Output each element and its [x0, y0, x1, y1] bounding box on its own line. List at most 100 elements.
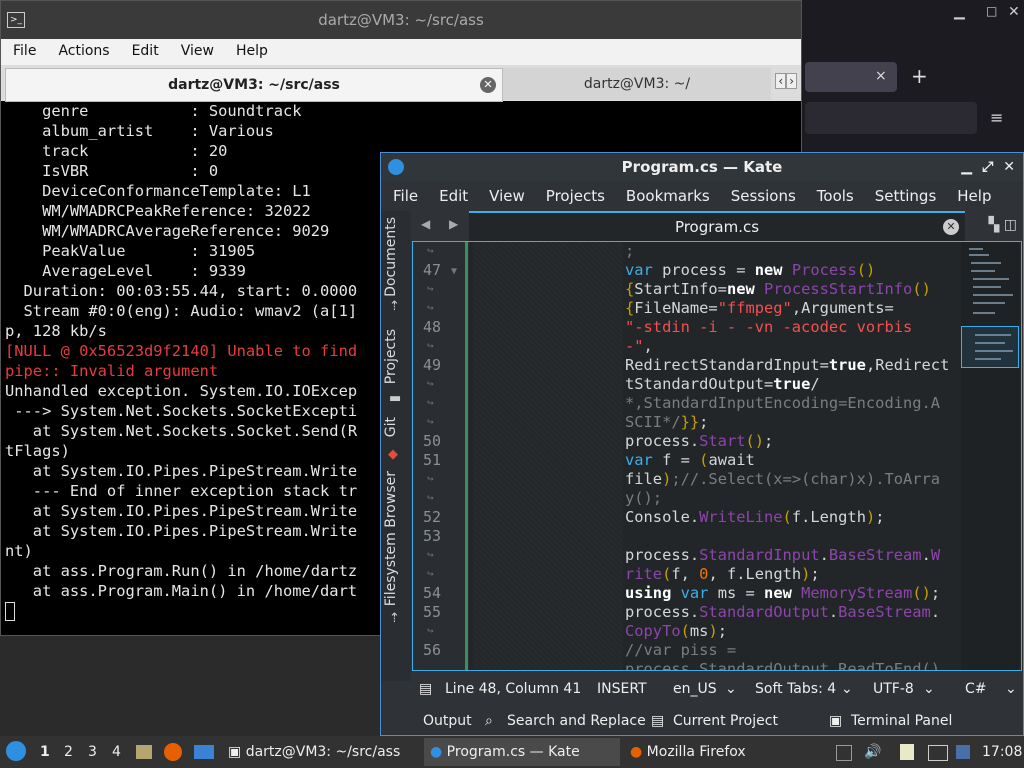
firefox-new-tab-button[interactable]: + — [911, 64, 928, 88]
kate-menu-projects[interactable]: Projects — [534, 181, 614, 205]
clipboard-icon[interactable] — [900, 744, 914, 760]
terminal-line: ---> System.Net.Sockets.SocketExcepti — [5, 402, 358, 420]
kate-menu-view[interactable]: View — [477, 181, 534, 205]
terminal-icon: ▣ — [829, 713, 843, 729]
code-minimap[interactable] — [961, 242, 1019, 670]
workspace-1[interactable]: 1 — [40, 744, 50, 760]
kate-window-buttons: ▁ ⤢ ✕ — [951, 153, 1015, 181]
wrap-marker-icon: ↪ — [427, 244, 434, 257]
workspace-2[interactable]: 2 — [64, 744, 73, 760]
dictionary-select[interactable]: en_US — [673, 681, 717, 697]
code-editor[interactable]: ↪ 47 ↪ ↪ 48 ↪ 49 ↪ ↪ ↪ 50 51 ↪ ↪ 52 53 ↪… — [412, 241, 1022, 671]
sidebar-tab-filesystem-browser[interactable]: Filesystem Browser — [383, 471, 399, 606]
indent-select[interactable]: Soft Tabs: 4 — [755, 681, 836, 697]
firefox-icon[interactable] — [164, 743, 182, 761]
chevron-down-icon: ⌄ — [923, 681, 935, 697]
taskbar-terminal[interactable]: ▣ dartz@VM3: ~/src/ass — [222, 738, 418, 766]
firefox-close-icon[interactable]: ✕ — [1008, 4, 1020, 20]
taskbar-firefox[interactable]: ● Mozilla Firefox — [624, 738, 820, 766]
kate-menu-edit[interactable]: Edit — [427, 181, 477, 205]
terminal-titlebar[interactable]: >_ dartz@VM3: ~/src/ass — [1, 1, 801, 39]
cursor-position[interactable]: Line 48, Column 41 — [445, 681, 581, 697]
terminal-menu-file[interactable]: File — [1, 39, 46, 59]
wrap-marker-icon: ↪ — [427, 396, 434, 409]
kate-menu-settings[interactable]: Settings — [863, 181, 946, 205]
terminal-line: at ass.Program.Main() in /home/dart — [5, 582, 358, 600]
toolview-output[interactable]: Output — [423, 713, 472, 729]
document-icon[interactable]: ▤ — [419, 681, 432, 697]
terminal-line: Unhandled exception. System.IO.IOExcep — [5, 382, 358, 400]
line-number: 47 — [422, 261, 441, 279]
terminal-menu-help[interactable]: Help — [224, 39, 278, 59]
wrap-marker-icon: ↪ — [427, 548, 434, 561]
kate-menu-file[interactable]: File — [381, 181, 427, 205]
display-icon[interactable] — [928, 745, 948, 761]
sidebar-tab-documents[interactable]: Documents — [383, 217, 399, 297]
sidebar-tab-git[interactable]: Git — [383, 417, 399, 437]
tray-window-icon[interactable] — [836, 745, 852, 761]
minimap-viewport[interactable] — [961, 326, 1019, 368]
tab-right-icon[interactable]: ▶ — [449, 217, 458, 231]
file-manager-icon[interactable] — [136, 745, 152, 759]
workspace-4[interactable]: 4 — [112, 744, 121, 760]
kate-titlebar[interactable]: Program.cs — Kate ▁ ⤢ ✕ — [381, 153, 1023, 181]
terminal-menu-view[interactable]: View — [169, 39, 224, 59]
wrap-marker-icon: ↪ — [427, 491, 434, 504]
kate-title: Program.cs — Kate — [621, 158, 783, 176]
terminal-title: dartz@VM3: ~/src/ass — [318, 11, 484, 29]
sidebar-tab-projects[interactable]: Projects — [383, 329, 399, 384]
chevron-down-icon: ⌄ — [725, 681, 737, 697]
clock[interactable]: 17:08 — [982, 744, 1022, 760]
close-tab-icon[interactable]: ✕ — [480, 77, 496, 93]
kate-menu-tools[interactable]: Tools — [805, 181, 863, 205]
taskbar-kate-label: Program.cs — Kate — [446, 744, 580, 760]
maximize-icon[interactable]: ⤢ — [982, 159, 993, 175]
syntax-select[interactable]: C# — [965, 681, 987, 697]
terminal-line: PeakValue : 31905 — [5, 242, 256, 260]
tab-scroll-left-icon[interactable]: ‹ — [775, 73, 787, 89]
firefox-maximize-icon[interactable]: □ — [986, 4, 997, 18]
desktop-icon[interactable] — [194, 745, 214, 759]
line-number: 49 — [422, 356, 441, 374]
firefox-tab-close-icon[interactable]: × — [875, 68, 887, 84]
terminal-line-error: pipe:: Invalid argument — [5, 362, 219, 380]
terminal-line: AverageLevel : 9339 — [5, 262, 246, 280]
fold-marker-icon[interactable]: ▼ — [451, 266, 457, 277]
terminal-output[interactable]: genre : Soundtrack album_artist : Variou… — [5, 101, 385, 621]
wrap-marker-icon: ↪ — [427, 567, 434, 580]
terminal-menu-actions[interactable]: Actions — [46, 39, 119, 59]
kate-window: Program.cs — Kate ▁ ⤢ ✕ File Edit View Projec… — [380, 152, 1024, 736]
kate-icon: ● — [430, 744, 443, 760]
tab-scroll-right-icon[interactable]: › — [786, 73, 797, 89]
terminal-tab-2[interactable]: dartz@VM3: ~/ — [503, 68, 771, 100]
taskbar-kate[interactable]: ● Program.cs — Kate — [424, 738, 620, 766]
split-view-icon[interactable]: ▚ ◫ — [989, 217, 1017, 233]
firefox-menu-icon[interactable]: ≡ — [990, 108, 1003, 127]
terminal-line: WM/WMADRCPeakReference: 32022 — [5, 202, 311, 220]
kate-toolview-bar: Output ⌕ Search and Replace ▤ Current Pr… — [421, 709, 1021, 735]
toolview-terminal-panel[interactable]: Terminal Panel — [851, 713, 952, 729]
close-icon[interactable]: ✕ — [1003, 159, 1015, 175]
network-icon[interactable] — [956, 745, 970, 759]
firefox-minimize-icon[interactable]: ▁ — [954, 4, 965, 20]
firefox-url-bar[interactable] — [805, 102, 977, 134]
minimize-icon[interactable]: ▁ — [961, 159, 972, 175]
tab-left-icon[interactable]: ◀ — [421, 217, 430, 231]
kate-logo-icon — [388, 159, 404, 175]
workspace-3[interactable]: 3 — [88, 744, 97, 760]
terminal-menu-edit[interactable]: Edit — [120, 39, 169, 59]
file-tab-program-cs[interactable]: Program.cs ✕ — [469, 211, 965, 241]
kate-menu-help[interactable]: Help — [945, 181, 1000, 205]
volume-icon[interactable]: 🔊 — [864, 744, 881, 760]
input-mode[interactable]: INSERT — [597, 681, 647, 697]
kate-menu-bookmarks[interactable]: Bookmarks — [614, 181, 719, 205]
kate-menubar: File Edit View Projects Bookmarks Sessions Too… — [381, 181, 1023, 211]
toolview-current-project[interactable]: Current Project — [673, 713, 778, 729]
close-tab-icon[interactable]: ✕ — [943, 219, 959, 235]
start-menu-icon[interactable] — [6, 741, 26, 761]
terminal-tab-1[interactable]: dartz@VM3: ~/src/ass ✕ — [5, 68, 503, 102]
encoding-select[interactable]: UTF-8 — [873, 681, 914, 697]
terminal-line: Duration: 00:03:55.44, start: 0.0000 — [5, 282, 358, 300]
kate-menu-sessions[interactable]: Sessions — [719, 181, 805, 205]
toolview-search-and-replace[interactable]: Search and Replace — [507, 713, 646, 729]
